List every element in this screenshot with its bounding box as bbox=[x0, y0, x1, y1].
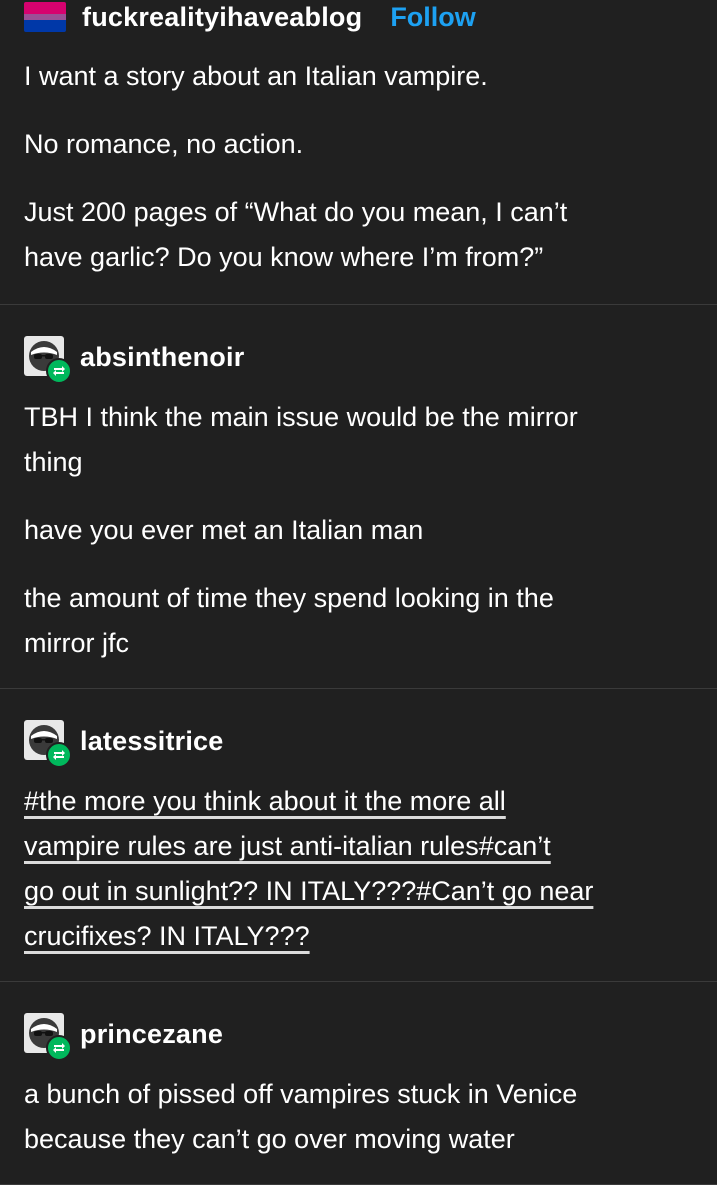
reblog-post: princezane a bunch of pissed off vampire… bbox=[0, 982, 717, 1185]
pride-flag-icon bbox=[24, 2, 66, 32]
post-text: Just 200 pages of “What do you mean, I c… bbox=[24, 197, 568, 227]
post-text: thing bbox=[24, 447, 83, 477]
post-text: have garlic? Do you know where I’m from?… bbox=[24, 242, 544, 272]
tag-line[interactable]: crucifixes? IN ITALY??? bbox=[24, 914, 717, 959]
reblog-icon bbox=[46, 358, 72, 384]
avatar[interactable] bbox=[24, 1013, 72, 1061]
username[interactable]: princezane bbox=[80, 1019, 223, 1050]
post-text: I want a story about an Italian vampire. bbox=[24, 61, 488, 91]
reblog-post: latessitrice #the more you think about i… bbox=[0, 689, 717, 982]
post-text: No romance, no action. bbox=[24, 129, 304, 159]
reblog-icon bbox=[46, 1035, 72, 1061]
post-header: princezane bbox=[24, 1012, 717, 1061]
tag-list: #the more you think about it the more al… bbox=[24, 779, 717, 959]
avatar[interactable] bbox=[24, 336, 72, 384]
post-text: TBH I think the main issue would be the … bbox=[24, 402, 578, 432]
follow-button[interactable]: Follow bbox=[390, 2, 475, 33]
username[interactable]: fuckrealityihaveablog bbox=[82, 2, 362, 33]
post-text: a bunch of pissed off vampires stuck in … bbox=[24, 1079, 578, 1109]
username[interactable]: absinthenoir bbox=[80, 342, 244, 373]
post-text: the amount of time they spend looking in… bbox=[24, 583, 554, 613]
post-header: latessitrice bbox=[24, 719, 717, 768]
post-text: mirror jfc bbox=[24, 628, 129, 658]
post-header: fuckrealityihaveablog Follow bbox=[24, 0, 717, 34]
reblog-icon bbox=[46, 742, 72, 768]
username[interactable]: latessitrice bbox=[80, 726, 224, 757]
post-original: fuckrealityihaveablog Follow I want a st… bbox=[0, 0, 717, 305]
reblog-post: absinthenoir TBH I think the main issue … bbox=[0, 305, 717, 689]
tag-line[interactable]: #the more you think about it the more al… bbox=[24, 779, 717, 824]
tag-line[interactable]: go out in sunlight?? IN ITALY???#Can’t g… bbox=[24, 869, 717, 914]
post-header: absinthenoir bbox=[24, 335, 717, 384]
tag-line[interactable]: vampire rules are just anti-italian rule… bbox=[24, 824, 717, 869]
post-text: because they can’t go over moving water bbox=[24, 1124, 515, 1154]
post-text: have you ever met an Italian man bbox=[24, 515, 424, 545]
avatar[interactable] bbox=[24, 720, 72, 768]
